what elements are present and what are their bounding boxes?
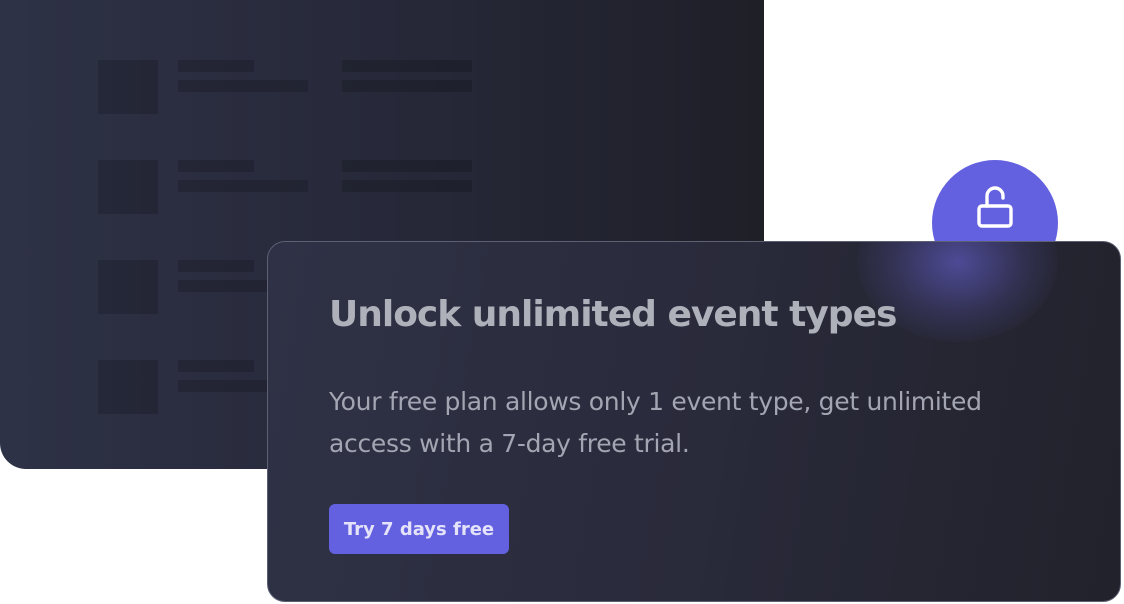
skeleton-line (342, 180, 472, 192)
skeleton-line (342, 60, 472, 72)
skeleton-line (178, 360, 254, 372)
unlock-icon (977, 186, 1013, 228)
skeleton-line (178, 260, 254, 272)
skeleton-line (178, 160, 254, 172)
skeleton-row (98, 60, 478, 114)
skeleton-line (342, 160, 472, 172)
skeleton-thumbnail (98, 60, 158, 114)
skeleton-thumbnail (98, 260, 158, 314)
skeleton-line (178, 60, 254, 72)
skeleton-line (178, 180, 308, 192)
skeleton-thumbnail (98, 160, 158, 214)
skeleton-line (342, 80, 472, 92)
upgrade-illustration: Unlock unlimited event types Your free p… (0, 0, 1124, 604)
promo-description: Your free plan allows only 1 event type,… (329, 387, 982, 458)
skeleton-line (178, 80, 308, 92)
skeleton-row (98, 160, 478, 214)
try-free-button[interactable]: Try 7 days free (329, 504, 509, 554)
upgrade-promo-card: Unlock unlimited event types Your free p… (267, 241, 1121, 602)
skeleton-thumbnail (98, 360, 158, 414)
promo-title: Unlock unlimited event types (329, 294, 897, 335)
